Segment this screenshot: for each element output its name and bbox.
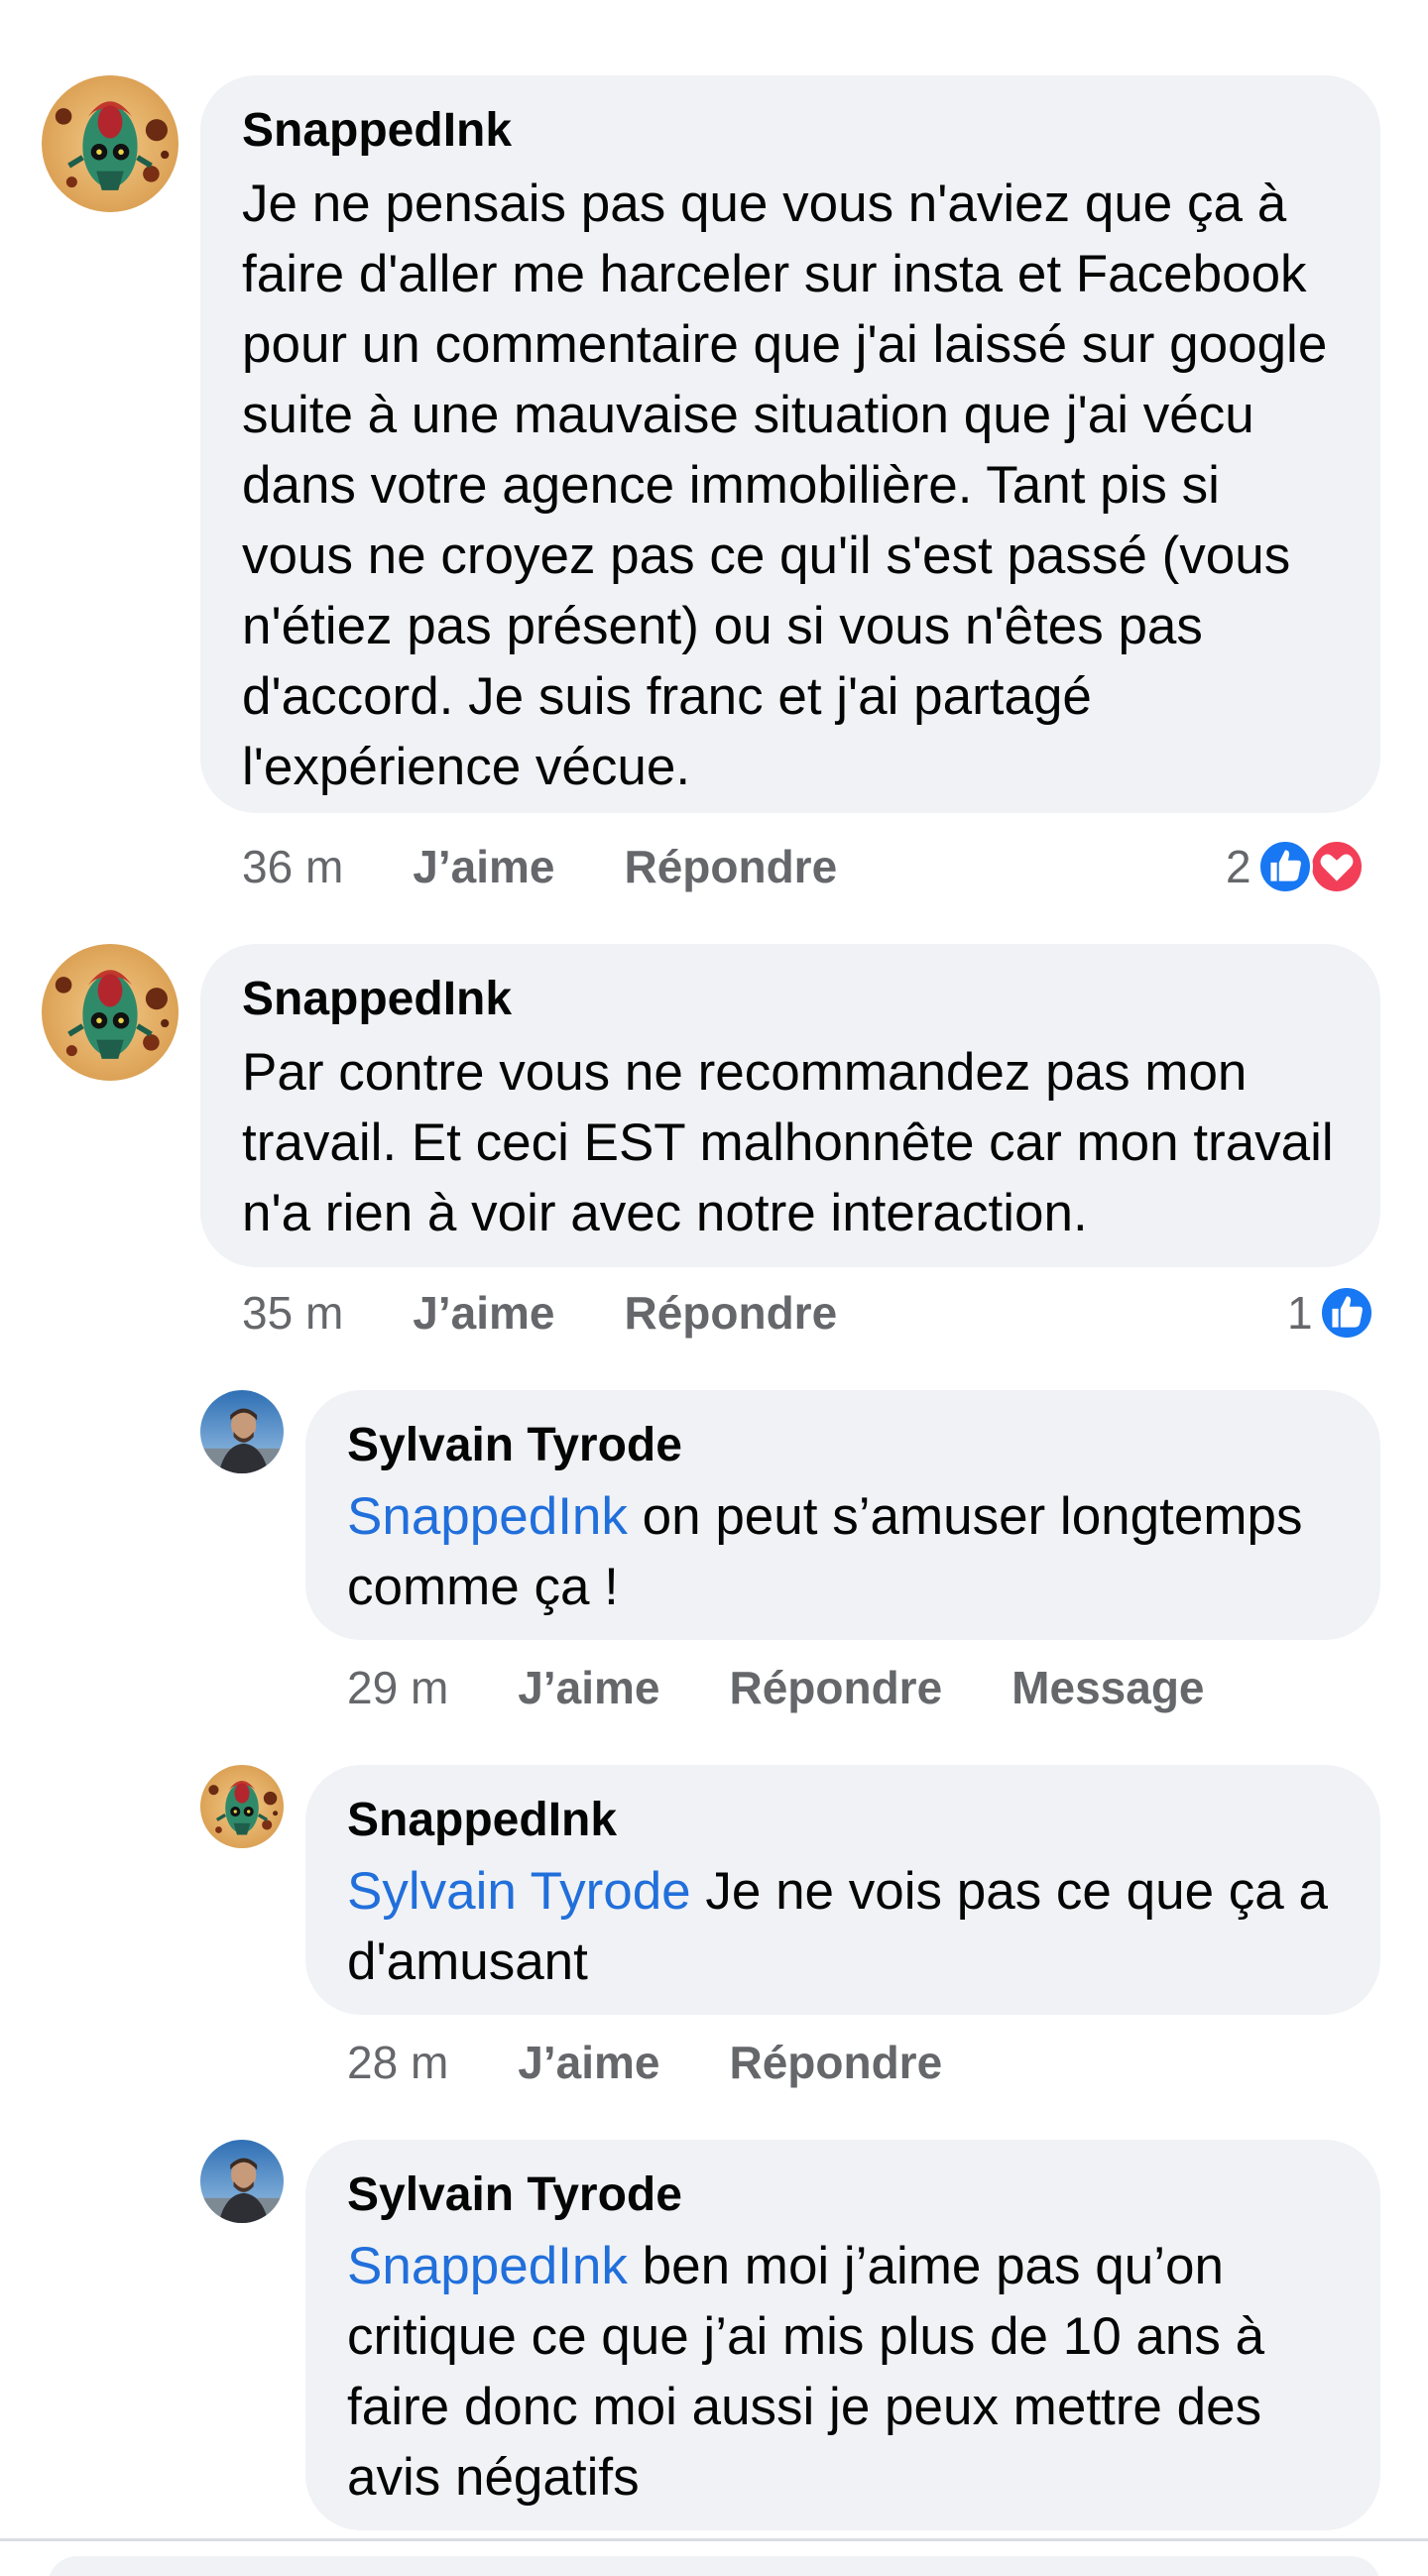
comment-author[interactable]: SnappedInk <box>242 101 1339 161</box>
skull-tattoo-avatar-icon <box>42 944 178 1081</box>
reply-bubble: Sylvain Tyrode SnappedInk ben moi j’aime… <box>305 2140 1380 2530</box>
reaction-count: 1 <box>1287 1287 1313 1339</box>
like-icon <box>1256 839 1313 894</box>
avatar[interactable] <box>200 2140 284 2223</box>
comment-actions: 36 m J’aime Répondre <box>242 839 906 894</box>
avatar[interactable] <box>200 1390 284 1473</box>
avatar[interactable] <box>42 75 178 212</box>
skull-tattoo-avatar-icon <box>200 1765 284 1848</box>
reply-link[interactable]: Répondre <box>729 2035 942 2090</box>
comment-composer[interactable] <box>48 2556 1380 2576</box>
reaction-summary[interactable]: 1 <box>1287 1285 1374 1341</box>
reply-link[interactable]: Répondre <box>624 1285 837 1341</box>
comment-author[interactable]: SnappedInk <box>242 970 1339 1029</box>
reaction-summary[interactable]: 2 <box>1226 839 1365 894</box>
reply-author[interactable]: SnappedInk <box>347 1791 1339 1850</box>
reply-timestamp[interactable]: 29 m <box>347 1660 448 1715</box>
man-portrait-avatar-icon <box>200 2140 284 2223</box>
comment-bubble: SnappedInk Je ne pensais pas que vous n'… <box>200 75 1380 813</box>
like-icon <box>1318 1285 1374 1341</box>
reply-link[interactable]: Répondre <box>729 1660 942 1715</box>
reply-text: Sylvain Tyrode Je ne vois pas ce que ça … <box>347 1856 1339 1997</box>
like-link[interactable]: J’aime <box>518 2035 659 2090</box>
skull-tattoo-avatar-icon <box>42 75 178 212</box>
comment-text: Par contre vous ne recommandez pas mon t… <box>242 1043 1334 1242</box>
avatar[interactable] <box>200 1765 284 1848</box>
reply-text: SnappedInk ben moi j’aime pas qu’on crit… <box>347 2231 1339 2513</box>
avatar[interactable] <box>42 944 178 1081</box>
mention-link[interactable]: Sylvain Tyrode <box>347 1862 691 1921</box>
reply-link[interactable]: Répondre <box>624 839 837 894</box>
mention-link[interactable]: SnappedInk <box>347 2237 628 2295</box>
like-link[interactable]: J’aime <box>413 1285 554 1341</box>
comment-timestamp[interactable]: 35 m <box>242 1285 343 1341</box>
comment-text: Je ne pensais pas que vous n'aviez que ç… <box>242 175 1328 796</box>
divider <box>0 2538 1428 2541</box>
reply-bubble: Sylvain Tyrode SnappedInk on peut s’amus… <box>305 1390 1380 1640</box>
comment-bubble: SnappedInk Par contre vous ne recommande… <box>200 944 1380 1267</box>
reply-actions: 29 m J’aime Répondre Message <box>347 1660 1274 1715</box>
reply-author[interactable]: Sylvain Tyrode <box>347 1416 1339 1475</box>
reaction-count: 2 <box>1226 841 1251 892</box>
like-link[interactable]: J’aime <box>518 1660 659 1715</box>
love-icon <box>1308 839 1365 894</box>
reply-author[interactable]: Sylvain Tyrode <box>347 2166 1339 2225</box>
comment-timestamp[interactable]: 36 m <box>242 839 343 894</box>
reply-text: SnappedInk on peut s’amuser longtemps co… <box>347 1481 1339 1622</box>
like-link[interactable]: J’aime <box>413 839 554 894</box>
reply-actions: 28 m J’aime Répondre <box>347 2035 1012 2090</box>
reply-bubble: SnappedInk Sylvain Tyrode Je ne vois pas… <box>305 1765 1380 2015</box>
comment-actions: 35 m J’aime Répondre <box>242 1285 906 1341</box>
mention-link[interactable]: SnappedInk <box>347 1487 628 1546</box>
message-link[interactable]: Message <box>1012 1660 1204 1715</box>
man-portrait-avatar-icon <box>200 1390 284 1473</box>
reply-timestamp[interactable]: 28 m <box>347 2035 448 2090</box>
